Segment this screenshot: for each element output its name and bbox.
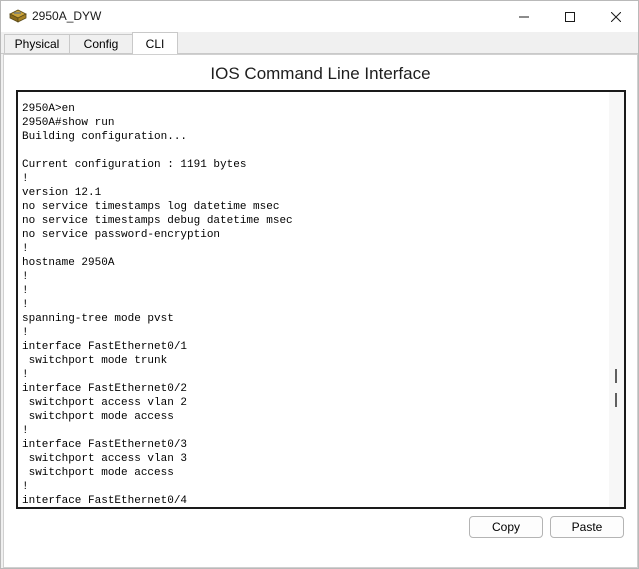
maximize-button[interactable] — [547, 1, 593, 32]
cli-panel: IOS Command Line Interface 2950A>en 2950… — [3, 54, 638, 568]
switch-icon — [9, 8, 27, 24]
terminal-output[interactable]: 2950A>en 2950A#show run Building configu… — [22, 102, 293, 507]
copy-button[interactable]: Copy — [469, 516, 543, 538]
close-button[interactable] — [593, 1, 638, 32]
tab-cli[interactable]: CLI — [132, 32, 178, 54]
window-title: 2950A_DYW — [32, 9, 102, 23]
close-icon — [611, 11, 621, 22]
paste-button[interactable]: Paste — [550, 516, 624, 538]
tab-config[interactable]: Config — [69, 34, 133, 53]
scrollbar-thumb[interactable] — [615, 369, 617, 383]
cli-heading: IOS Command Line Interface — [210, 64, 431, 83]
minimize-button[interactable] — [501, 1, 547, 32]
cli-terminal[interactable]: 2950A>en 2950A#show run Building configu… — [16, 90, 626, 509]
tab-bar: Physical Config CLI — [1, 32, 638, 54]
title-bar[interactable]: 2950A_DYW — [1, 1, 638, 32]
minimize-icon — [519, 16, 529, 17]
terminal-scrollbar[interactable] — [609, 92, 624, 507]
maximize-icon — [565, 11, 575, 22]
app-window: 2950A_DYW Physical Config CLI IOS Comman… — [0, 0, 639, 569]
tab-physical[interactable]: Physical — [4, 34, 70, 53]
scrollbar-thumb[interactable] — [615, 393, 617, 407]
